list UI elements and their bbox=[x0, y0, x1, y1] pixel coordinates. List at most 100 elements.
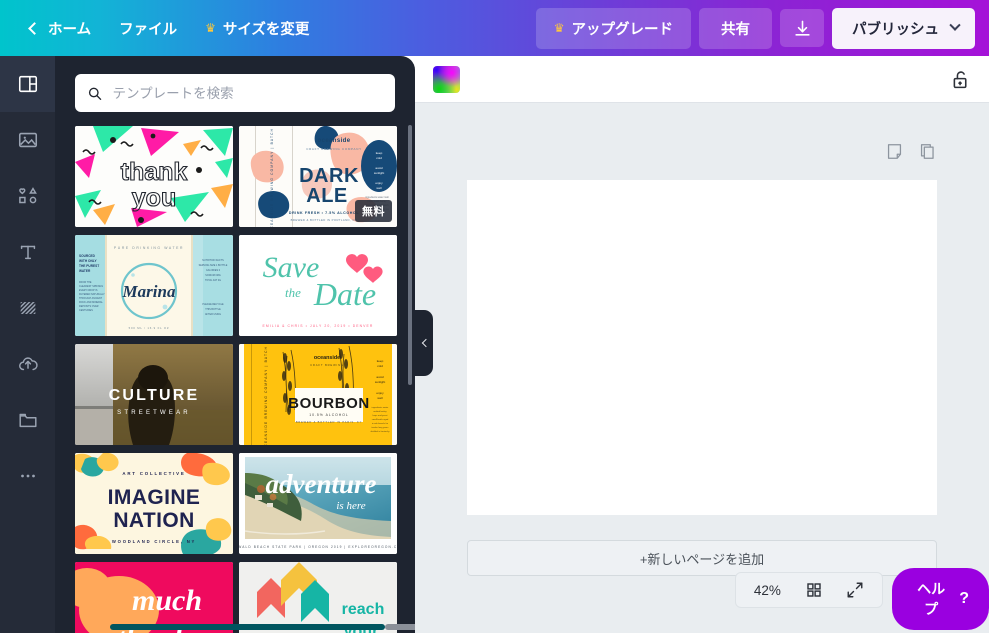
svg-text:500 ML / 16.9 FL OZ: 500 ML / 16.9 FL OZ bbox=[129, 326, 170, 330]
chevron-left-icon bbox=[28, 21, 41, 35]
panel-horizontal-scrollbar-track[interactable] bbox=[385, 624, 415, 630]
sidebar-item-text[interactable] bbox=[0, 224, 55, 280]
help-label: ヘルプ bbox=[917, 581, 946, 617]
template-card-thank-you[interactable]: thank you bbox=[75, 126, 233, 227]
dark-ale-line1: DARK bbox=[299, 165, 359, 187]
sidebar-item-more[interactable] bbox=[0, 448, 55, 504]
imagine-line2: NATION bbox=[113, 509, 194, 532]
svg-text:avoid: avoid bbox=[376, 375, 384, 379]
svg-text:PLEASE RECYCLE: PLEASE RECYCLE bbox=[202, 303, 224, 306]
zoom-level-value[interactable]: 42% bbox=[754, 583, 781, 598]
collapse-panel-button[interactable] bbox=[415, 310, 433, 376]
free-badge: 無料 bbox=[355, 200, 392, 222]
dark-ale-line2: ALE bbox=[306, 185, 348, 207]
text-t-icon bbox=[20, 245, 35, 260]
svg-text:hops and yeast: hops and yeast bbox=[373, 414, 388, 417]
svg-text:cold: cold bbox=[377, 364, 383, 368]
svg-text:small batch aged: small batch aged bbox=[372, 418, 389, 421]
imagine-top: ART COLLECTIVE bbox=[122, 471, 185, 476]
sidebar-item-templates[interactable] bbox=[0, 56, 55, 112]
chevron-down-icon bbox=[949, 19, 961, 31]
svg-text:enjoy: enjoy bbox=[375, 181, 383, 185]
marina-title: Marina bbox=[122, 282, 176, 301]
much-word: much bbox=[132, 584, 202, 617]
svg-text:OSWALD BEACH STATE PARK | OREG: OSWALD BEACH STATE PARK | OREGON 2019 | … bbox=[239, 545, 397, 549]
svg-text:THIS BOTTLE: THIS BOTTLE bbox=[205, 308, 221, 311]
sidebar-item-folder[interactable] bbox=[0, 392, 55, 448]
dark-ale-brand: oceanside bbox=[318, 138, 351, 144]
sidebar-item-photos[interactable] bbox=[0, 112, 55, 168]
editor-area: +新しいページを追加 42% ヘルプ ? bbox=[415, 56, 989, 633]
svg-text:CENTURIES: CENTURIES bbox=[79, 309, 93, 312]
culture-thumbnail: CULTURE STREETWEAR bbox=[75, 344, 233, 445]
template-card-imagine-nation[interactable]: ART COLLECTIVE IMAGINE NATION WOODLAND C… bbox=[75, 453, 233, 554]
svg-text:NUTRITION FACTS: NUTRITION FACTS bbox=[202, 259, 224, 262]
share-button[interactable]: 共有 bbox=[699, 7, 772, 49]
sidebar-item-elements[interactable] bbox=[0, 168, 55, 224]
bourbon-brand: oceanside bbox=[314, 355, 340, 361]
search-icon bbox=[88, 87, 102, 100]
panel-horizontal-scrollbar[interactable] bbox=[110, 624, 385, 630]
svg-text:TOTAL FAT 0G: TOTAL FAT 0G bbox=[205, 279, 221, 282]
svg-text:keep: keep bbox=[377, 359, 384, 363]
culture-title: CULTURE bbox=[109, 387, 200, 404]
add-new-page-button[interactable]: +新しいページを追加 bbox=[467, 540, 937, 576]
save-word1: Save bbox=[263, 251, 320, 284]
svg-text:SOURCED: SOURCED bbox=[79, 254, 96, 258]
resize-button[interactable]: ♛ サイズを変更 bbox=[191, 10, 323, 47]
home-button[interactable]: ホーム bbox=[16, 10, 105, 47]
grid-view-button[interactable] bbox=[805, 581, 823, 599]
image-icon bbox=[18, 132, 37, 148]
page-notes-button[interactable] bbox=[885, 142, 904, 161]
template-card-bourbon[interactable]: oceanside CRAFT BREWING BOURBON 10.5% AL… bbox=[239, 344, 397, 445]
crown-icon: ♛ bbox=[553, 21, 565, 35]
template-card-much[interactable]: much thanks bbox=[75, 562, 233, 633]
fullscreen-button[interactable] bbox=[846, 581, 864, 599]
svg-text:AFTER USING: AFTER USING bbox=[205, 313, 221, 316]
color-swatch-button[interactable] bbox=[433, 65, 460, 93]
top-toolbar-left-group: ホーム ファイル ♛ サイズを変更 bbox=[0, 10, 323, 47]
svg-text:ingredients water malt: ingredients water malt bbox=[365, 196, 389, 199]
design-canvas-page[interactable] bbox=[467, 180, 937, 515]
page-tools bbox=[885, 142, 937, 161]
sidebar-item-uploads[interactable] bbox=[0, 336, 55, 392]
upgrade-button[interactable]: ♛ アップグレード bbox=[535, 7, 691, 49]
sidebar-item-background[interactable] bbox=[0, 280, 55, 336]
svg-text:EMILIA & CHRIS • JULY 20, 2019: EMILIA & CHRIS • JULY 20, 2019 • DENVER bbox=[263, 324, 374, 328]
dark-ale-sub: CRAFT BREWING COMPANY bbox=[306, 147, 362, 151]
svg-text:BREWED & BOTTLED IN PORTLAND,: BREWED & BOTTLED IN PORTLAND, OR bbox=[291, 218, 358, 222]
imagine-nation-thumbnail: ART COLLECTIVE IMAGINE NATION WOODLAND C… bbox=[75, 453, 233, 554]
lock-button[interactable] bbox=[950, 69, 971, 90]
panel-vertical-scrollbar[interactable] bbox=[408, 125, 412, 385]
canva-editor-window: ホーム ファイル ♛ サイズを変更 ♛ アップグレード 共有 パブリッシュ テン… bbox=[0, 0, 989, 633]
template-card-culture[interactable]: CULTURE STREETWEAR bbox=[75, 344, 233, 445]
publish-button[interactable]: パブリッシュ bbox=[832, 7, 975, 49]
zoom-controls: 42% bbox=[735, 572, 883, 608]
duplicate-page-button[interactable] bbox=[918, 142, 937, 161]
template-card-marina[interactable]: PURE DRINKING WATER Marina SOURCED WITH O… bbox=[75, 235, 233, 336]
left-icon-rail bbox=[0, 56, 55, 633]
search-box[interactable] bbox=[75, 74, 395, 112]
shapes-icon bbox=[18, 187, 37, 204]
imagine-bottom: WOODLAND CIRCLE, NY bbox=[112, 539, 196, 544]
template-card-dark-ale[interactable]: oceanside CRAFT BREWING COMPANY DARK ALE… bbox=[239, 126, 397, 227]
marina-top: PURE DRINKING WATER bbox=[114, 246, 184, 250]
file-menu-button[interactable]: ファイル bbox=[105, 10, 191, 47]
svg-text:sunlight: sunlight bbox=[374, 171, 385, 175]
reach-line1: reach bbox=[342, 601, 385, 618]
template-card-reach-your[interactable]: reach your bbox=[239, 562, 397, 633]
bourbon-sub: 10.5% ALCOHOL bbox=[309, 413, 349, 417]
file-label: ファイル bbox=[119, 21, 178, 38]
help-button[interactable]: ヘルプ ? bbox=[892, 568, 989, 630]
template-card-save-the-date[interactable]: Save the Date EMILIA & CHRIS • JULY 20, … bbox=[239, 235, 397, 336]
search-input[interactable] bbox=[112, 85, 383, 101]
note-page-icon bbox=[887, 144, 902, 159]
resize-label: サイズを変更 bbox=[222, 21, 310, 38]
download-button[interactable] bbox=[780, 9, 824, 47]
save-word3: Date bbox=[313, 276, 376, 312]
svg-text:cold: cold bbox=[376, 156, 382, 160]
home-label: ホーム bbox=[48, 21, 92, 38]
adventure-word: adventure bbox=[266, 469, 377, 499]
template-card-adventure[interactable]: adventure is here OSWALD BEACH STATE PAR… bbox=[239, 453, 397, 554]
svg-text:THROUGH ANCIENT: THROUGH ANCIENT bbox=[79, 297, 103, 300]
